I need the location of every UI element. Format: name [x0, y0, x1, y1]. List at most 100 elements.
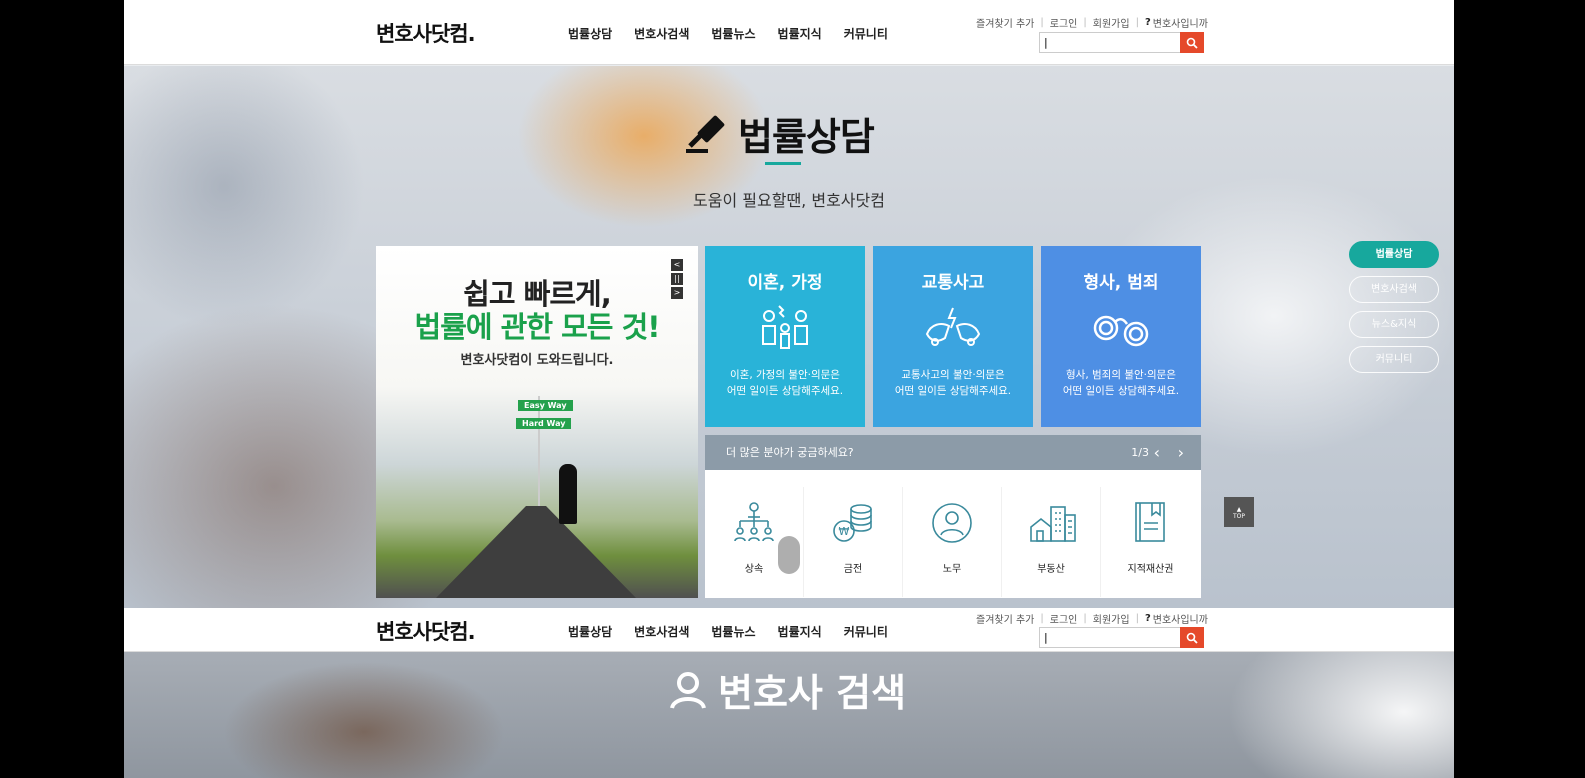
nav-item-lawyer-search[interactable]: 변호사검색	[634, 25, 689, 42]
category-card-traffic[interactable]: 교통사고 교통사고의 불안·의문은 어떤 일이든 상담해주세요.	[873, 246, 1033, 427]
card-desc-line: 어떤 일이든 상담해주세요.	[894, 385, 1012, 397]
gavel-icon	[686, 115, 725, 153]
hard-way-sign: Hard Way	[516, 418, 572, 429]
divider: |	[1040, 17, 1044, 28]
search-box: |	[1039, 627, 1204, 648]
float-nav-consult[interactable]: 법률상담	[1349, 241, 1439, 268]
signup-link[interactable]: 회원가입	[1093, 611, 1130, 626]
utility-links: 즐겨찾기 추가 | 로그인 | 회원가입 | ? 변호사입니까	[976, 15, 1208, 30]
site-logo[interactable]: 변호사닷컴.	[376, 18, 476, 48]
promo-banner[interactable]: 쉽고 빠르게, 법률에 관한 모든 것! 변호사닷컴이 도와드립니다. < ||…	[376, 246, 698, 598]
category-card-divorce[interactable]: 이혼, 가정 이혼, 가정의 불안·의문은어떤 일이든 상담해주세요.	[705, 246, 865, 427]
businessman-figure	[559, 464, 577, 524]
float-nav-lawyer-search[interactable]: 변호사검색	[1349, 276, 1439, 303]
field-label: 지적재산권	[1127, 564, 1174, 575]
login-link[interactable]: 로그인	[1050, 15, 1078, 30]
car-crash-icon	[925, 307, 981, 346]
title-underline	[765, 162, 801, 165]
field-item-money[interactable]: ₩ 금전	[804, 487, 903, 597]
banner-caption: 변호사닷컴이 도와드립니다.	[460, 353, 614, 368]
search-input[interactable]: |	[1039, 627, 1180, 648]
ip-icon	[1135, 502, 1165, 542]
main-nav: 법률상담 변호사검색 법률뉴스 법률지식 커뮤니티	[568, 623, 910, 640]
field-list: 상속 ₩ 금전 노무 부동산 지적재산권	[705, 470, 1201, 597]
more-fields-panel: 더 많은 분야가 궁금하세요? 1/3 ‹ › 상속 ₩ 금전 노무 부동산 지…	[705, 435, 1201, 598]
nav-item-consult[interactable]: 법률상담	[568, 25, 612, 42]
field-item-labor[interactable]: 노무	[903, 487, 1002, 597]
card-desc-line: 이혼, 가정의 불안·의문은	[730, 369, 840, 381]
divider: |	[1135, 613, 1139, 624]
nav-item-community[interactable]: 커뮤니티	[844, 623, 888, 640]
nav-item-knowledge[interactable]: 법률지식	[778, 623, 822, 640]
lawyer-link[interactable]: 변호사입니까	[1153, 15, 1208, 30]
page-indicator: 1/3	[1131, 446, 1149, 459]
category-card-criminal[interactable]: 형사, 범죄 형사, 범죄의 불안·의문은 어떤 일이든 상담해주세요.	[1041, 246, 1201, 427]
lawyer-search-hero: 변호사 검색	[124, 652, 1454, 778]
hero2-title-text: 변호사 검색	[718, 671, 907, 715]
nav-item-lawyer-search[interactable]: 변호사검색	[634, 623, 689, 640]
page-frame: 변호사닷컴. 법률상담 변호사검색 법률뉴스 법률지식 커뮤니티 즐겨찾기 추가…	[124, 0, 1454, 778]
float-nav-community[interactable]: 커뮤니티	[1349, 346, 1439, 373]
card-desc: 교통사고의 불안·의문은어떤 일이든 상담해주세요.	[873, 367, 1033, 399]
question-icon: ?	[1144, 17, 1151, 28]
divider: |	[1040, 613, 1044, 624]
chevron-right-icon[interactable]: ›	[1178, 435, 1184, 470]
banner-pause-button[interactable]: ||	[671, 273, 683, 285]
float-nav-news[interactable]: 뉴스&지식	[1349, 311, 1439, 338]
bookmark-link[interactable]: 즐겨찾기 추가	[976, 611, 1034, 626]
more-fields-header: 더 많은 분야가 궁금하세요? 1/3 ‹ ›	[705, 435, 1201, 470]
divider: |	[1083, 17, 1087, 28]
hero2-title: 변호사 검색	[668, 662, 906, 717]
hero-title-text: 법률상담	[738, 115, 875, 159]
family-icon	[762, 305, 808, 349]
login-link[interactable]: 로그인	[1050, 611, 1078, 626]
field-label: 노무	[942, 564, 962, 575]
banner-next-button[interactable]: >	[671, 287, 683, 299]
nav-item-community[interactable]: 커뮤니티	[844, 25, 888, 42]
top-label: TOP	[1232, 513, 1245, 520]
consult-hero: 법률상담 도움이 필요할땐, 변호사닷컴 쉽고 빠르게, 법률에 관한 모든 것…	[124, 66, 1454, 608]
card-desc: 이혼, 가정의 불안·의문은어떤 일이든 상담해주세요.	[705, 367, 865, 399]
site-logo[interactable]: 변호사닷컴.	[376, 616, 476, 646]
search-button[interactable]	[1180, 32, 1204, 53]
bookmark-link[interactable]: 즐겨찾기 추가	[976, 15, 1034, 30]
field-label: 부동산	[1037, 564, 1065, 575]
easy-way-sign: Easy Way	[518, 400, 573, 411]
card-desc: 형사, 범죄의 불안·의문은어떤 일이든 상담해주세요.	[1041, 367, 1201, 399]
card-desc-line: 교통사고의 불안·의문은	[901, 369, 1005, 381]
chevron-left-icon[interactable]: ‹	[1154, 435, 1160, 470]
labor-icon	[932, 503, 972, 543]
divider: |	[1083, 613, 1087, 624]
hero-title: 법률상담	[686, 106, 875, 161]
more-fields-title: 더 많은 분야가 궁금하세요?	[726, 446, 854, 459]
back-to-top-button[interactable]: ▲ TOP	[1224, 497, 1254, 527]
hero-subtitle: 도움이 필요할땐, 변호사닷컴	[693, 191, 885, 210]
nav-item-news[interactable]: 법률뉴스	[711, 623, 755, 640]
card-desc-line: 어떤 일이든 상담해주세요.	[726, 385, 844, 397]
nav-item-consult[interactable]: 법률상담	[568, 623, 612, 640]
nav-item-knowledge[interactable]: 법률지식	[778, 25, 822, 42]
sticky-header: 변호사닷컴. 법률상담 변호사검색 법률뉴스 법률지식 커뮤니티 즐겨찾기 추가…	[124, 608, 1454, 652]
question-icon: ?	[1144, 613, 1151, 624]
search-input[interactable]: |	[1039, 32, 1180, 53]
banner-prev-button[interactable]: <	[671, 259, 683, 271]
divider: |	[1135, 17, 1139, 28]
real-estate-icon	[1030, 506, 1076, 542]
card-desc-line: 형사, 범죄의 불안·의문은	[1066, 369, 1176, 381]
card-desc-line: 어떤 일이든 상담해주세요.	[1062, 385, 1180, 397]
site-header: 변호사닷컴. 법률상담 변호사검색 법률뉴스 법률지식 커뮤니티 즐겨찾기 추가…	[124, 0, 1454, 65]
scroll-down-indicator[interactable]	[778, 536, 800, 574]
search-box: |	[1039, 32, 1204, 53]
main-nav: 법률상담 변호사검색 법률뉴스 법률지식 커뮤니티	[568, 25, 910, 42]
signup-link[interactable]: 회원가입	[1093, 15, 1130, 30]
search-icon	[1186, 632, 1198, 644]
field-item-ip[interactable]: 지적재산권	[1101, 487, 1200, 597]
utility-links: 즐겨찾기 추가 | 로그인 | 회원가입 | ? 변호사입니까	[976, 611, 1208, 626]
svg-text:₩: ₩	[839, 525, 850, 538]
search-button[interactable]	[1180, 627, 1204, 648]
nav-item-news[interactable]: 법률뉴스	[711, 25, 755, 42]
lawyer-link[interactable]: 변호사입니까	[1153, 611, 1208, 626]
card-title: 이혼, 가정	[747, 273, 823, 293]
field-item-real-estate[interactable]: 부동산	[1002, 487, 1101, 597]
search-icon	[1186, 37, 1198, 49]
